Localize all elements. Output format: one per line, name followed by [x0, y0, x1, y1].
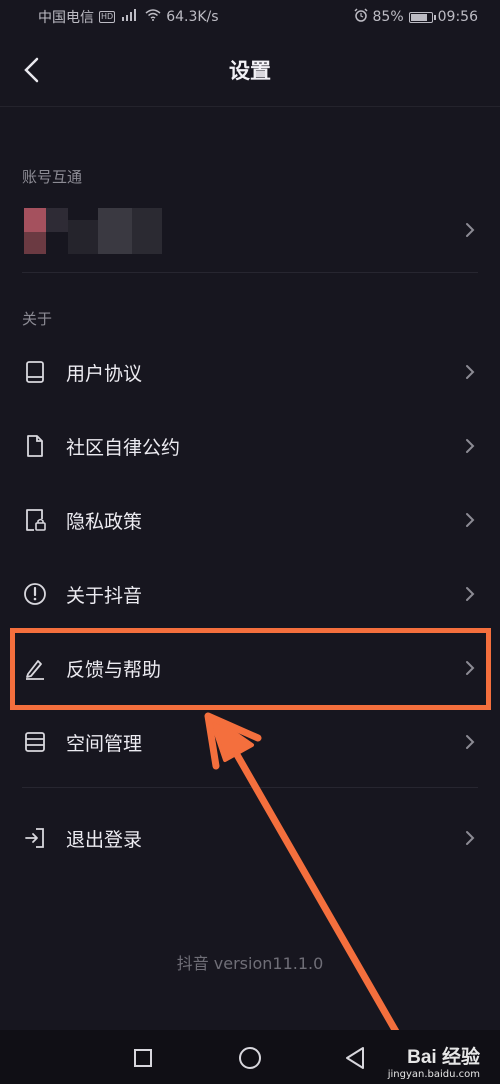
info-circle-icon [24, 583, 46, 605]
menu-item-label: 空间管理 [66, 732, 143, 755]
book-icon [26, 361, 44, 383]
watermark-logo: Bai 经验 [407, 1047, 480, 1068]
battery-icon [408, 11, 436, 23]
chevron-right-icon [466, 223, 475, 237]
chevron-right-icon [466, 735, 475, 749]
chevron-right-icon [466, 439, 475, 453]
section-header-account: 账号互通 [22, 168, 83, 186]
chevron-right-icon [466, 365, 475, 379]
recent-apps-button[interactable] [133, 1048, 153, 1068]
version-label: 抖音 version11.1.0 [176, 954, 324, 973]
back-triangle-button[interactable] [344, 1046, 366, 1070]
menu-item-user-agreement[interactable]: 用户协议 [0, 336, 500, 408]
status-right: 85% 09:56 [353, 8, 478, 26]
highlight-box [10, 628, 491, 710]
signal-icon [120, 9, 140, 25]
chevron-right-icon [466, 831, 475, 845]
status-left: 中国电信 HD 64.3K/s [38, 7, 219, 27]
watermark: Bai 经验 jingyan.baidu.com [388, 1042, 480, 1080]
chevron-right-icon [466, 587, 475, 601]
menu-item-community-guidelines[interactable]: 社区自律公约 [0, 410, 500, 482]
menu-item-privacy-policy[interactable]: 隐私政策 [0, 484, 500, 556]
nav-bar: 设置 [0, 34, 500, 107]
wifi-icon [145, 9, 161, 25]
menu-item-about-douyin[interactable]: 关于抖音 [0, 558, 500, 630]
watermark-url: jingyan.baidu.com [387, 1069, 480, 1080]
carrier-label: 中国电信 [38, 10, 94, 26]
system-nav-bar: Bai 经验 jingyan.baidu.com [0, 1030, 500, 1084]
logout-label: 退出登录 [66, 828, 143, 851]
menu-item-label: 社区自律公约 [66, 436, 181, 459]
linked-account-row[interactable] [0, 200, 500, 260]
storage-icon [25, 732, 45, 752]
document-icon [27, 435, 43, 457]
lock-document-icon [26, 509, 46, 531]
divider [22, 272, 478, 273]
page-title: 设置 [229, 59, 271, 83]
menu-item-storage-management[interactable]: 空间管理 [0, 706, 500, 778]
menu-item-label: 用户协议 [66, 362, 143, 385]
home-button[interactable] [238, 1046, 262, 1070]
menu-item-label: 隐私政策 [66, 510, 143, 533]
chevron-right-icon [466, 513, 475, 527]
hd-badge: HD [99, 11, 116, 23]
logout-button[interactable]: 退出登录 [0, 802, 500, 874]
battery-percent: 85% [372, 9, 404, 25]
alarm-icon [353, 8, 368, 26]
status-bar: 中国电信 HD 64.3K/s 85% 09:56 [0, 0, 500, 34]
menu-item-label: 关于抖音 [66, 584, 143, 607]
network-speed: 64.3K/s [166, 9, 219, 25]
section-header-about: 关于 [22, 310, 53, 328]
back-button[interactable] [20, 56, 44, 84]
logout-icon [25, 828, 44, 848]
divider [22, 787, 478, 788]
clock: 09:56 [437, 9, 478, 25]
back-arrow-icon [24, 57, 39, 83]
